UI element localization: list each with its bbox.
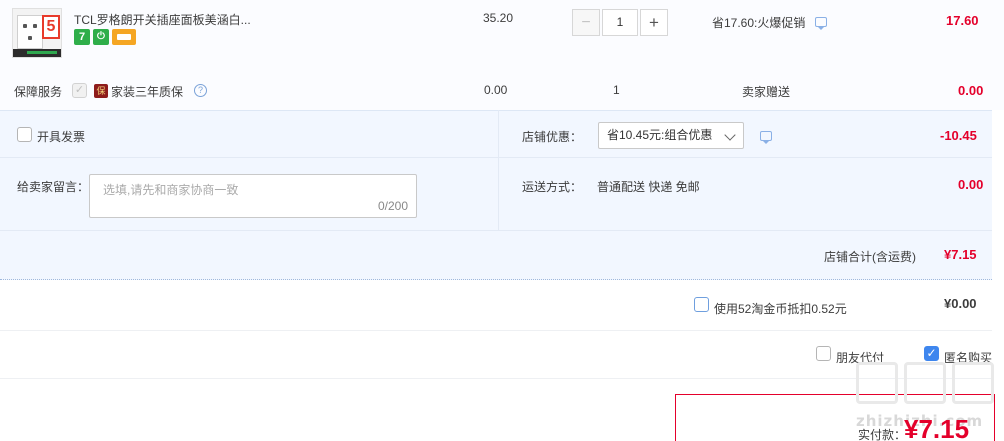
message-label: 给卖家留言：	[17, 180, 90, 194]
chevron-down-icon	[724, 129, 736, 141]
shop-total-amount: ¥7.15	[944, 247, 977, 262]
product-title-link[interactable]: TCL罗格朗开关插座面板美涵白...	[74, 11, 251, 28]
service-price: 0.00	[484, 83, 508, 97]
taojinbi-label[interactable]: 使用52淘金币抵扣0.52元	[714, 300, 847, 317]
quantity-decrease-button[interactable]: −	[572, 9, 600, 36]
taojinbi-checkbox[interactable]	[694, 297, 709, 312]
anonymous-checkbox[interactable]: ✓	[924, 346, 939, 361]
divider	[0, 378, 992, 379]
discount-comment-icon[interactable]	[760, 131, 772, 144]
warranty-name: 家装三年质保	[111, 85, 184, 99]
shop-discount-select[interactable]: 省10.45元:组合优惠	[598, 122, 744, 149]
warranty-shield-icon: 保	[94, 84, 108, 98]
divider	[0, 157, 992, 158]
item-subtotal: 17.60	[946, 13, 979, 28]
socket-panel-image	[17, 15, 43, 49]
card-payment-icon[interactable]	[112, 29, 136, 45]
product-thumbnail[interactable]: 5	[12, 8, 62, 58]
message-char-counter: 0/200	[377, 199, 408, 213]
shop-discount-label: 店铺优惠：	[522, 130, 583, 144]
column-divider	[498, 110, 499, 230]
friend-pay-checkbox[interactable]	[816, 346, 831, 361]
service-checkbox[interactable]: ✓	[72, 83, 87, 98]
final-payment-label: 实付款：	[858, 428, 907, 441]
message-placeholder: 选填,请先和商家协商一致	[103, 183, 239, 197]
shop-total-label: 店铺合计(含运费)	[824, 250, 916, 264]
thumb-number-badge: 5	[42, 15, 60, 39]
seller-message-field[interactable]: 选填,请先和商家协商一致 0/200	[89, 174, 417, 218]
service-quantity: 1	[613, 83, 620, 97]
service-subtotal: 0.00	[958, 83, 984, 98]
divider	[0, 230, 992, 231]
divider	[0, 330, 992, 331]
service-label: 保障服务	[14, 85, 63, 99]
shipping-amount: 0.00	[958, 177, 984, 192]
thumb-strip	[13, 49, 61, 57]
taojinbi-amount: ¥0.00	[944, 296, 977, 311]
help-icon[interactable]: ?	[194, 84, 207, 97]
invoice-label[interactable]: 开具发票	[37, 128, 85, 145]
promotion-text: 省17.60:火爆促销	[712, 16, 806, 30]
promo-comment-icon[interactable]	[815, 17, 827, 30]
quantity-input[interactable]: 1	[602, 9, 638, 36]
service-gift-note: 卖家赠送	[742, 85, 791, 99]
invoice-checkbox[interactable]	[17, 127, 32, 142]
final-payment-amount: ¥7.15	[904, 414, 970, 441]
quantity-increase-button[interactable]: +	[640, 9, 668, 36]
shipping-method: 普通配送 快递 免邮	[597, 180, 700, 194]
shop-discount-amount: -10.45	[940, 128, 977, 143]
seven-day-return-icon[interactable]: 7	[74, 29, 90, 45]
shipping-label: 运送方式：	[522, 180, 583, 194]
power-plug-icon[interactable]: ⏻	[93, 29, 109, 45]
unit-price: 35.20	[483, 11, 514, 25]
shop-discount-selected: 省10.45元:组合优惠	[607, 128, 713, 142]
